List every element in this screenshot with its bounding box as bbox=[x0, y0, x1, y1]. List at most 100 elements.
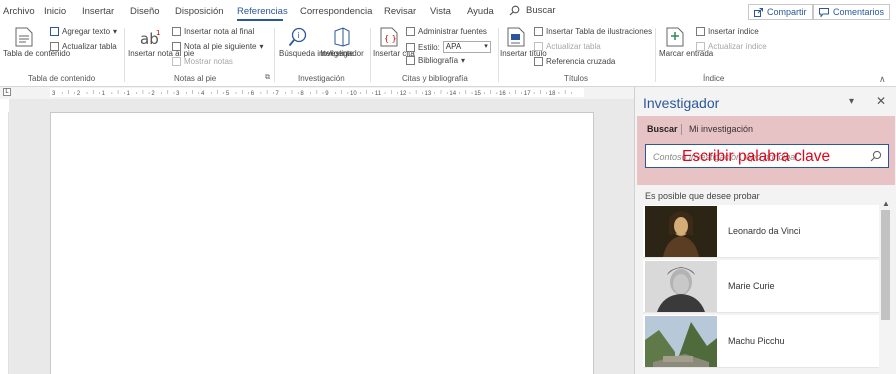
pane-options-icon[interactable]: ▾ bbox=[849, 96, 854, 107]
update-figures-table-button[interactable]: Actualizar tabla bbox=[534, 42, 601, 51]
dropdown-arrow-icon: ▾ bbox=[259, 42, 264, 51]
ruler-number: 3 bbox=[52, 91, 56, 97]
update-table-button[interactable]: Actualizar tabla bbox=[50, 42, 117, 51]
insert-index-icon bbox=[696, 27, 705, 36]
update-table-label: Actualizar tabla bbox=[62, 42, 117, 51]
mark-entry-icon bbox=[666, 27, 684, 47]
group-separator bbox=[655, 28, 656, 82]
ruler-number: 7 bbox=[276, 91, 280, 97]
table-of-contents-icon bbox=[15, 27, 33, 47]
tab-my-research[interactable]: Mi investigación bbox=[689, 124, 753, 134]
result-thumbnail bbox=[645, 261, 717, 312]
tab-inicio[interactable]: Inicio bbox=[44, 6, 66, 17]
ruler-number: 10 bbox=[350, 91, 357, 97]
manage-sources-button[interactable]: Administrar fuentes bbox=[406, 27, 487, 36]
ruler-number: 2 bbox=[151, 91, 155, 97]
update-index-label: Actualizar índice bbox=[708, 42, 767, 51]
update-figures-table-icon bbox=[534, 42, 543, 51]
ruler-number: 8 bbox=[300, 91, 304, 97]
collapse-ribbon-icon[interactable]: ∧ bbox=[879, 74, 886, 85]
researcher-label: Investigador bbox=[320, 49, 364, 58]
smart-lookup-icon: i bbox=[288, 27, 307, 47]
insert-caption-label: Insertar título bbox=[500, 49, 547, 58]
bibliography-button[interactable]: Bibliografía ▾ bbox=[406, 56, 465, 65]
tab-search[interactable]: Buscar bbox=[647, 124, 678, 134]
style-label: Estilo: bbox=[418, 42, 440, 52]
scroll-up-icon[interactable]: ▲ bbox=[882, 199, 890, 208]
endnote-icon bbox=[172, 27, 181, 36]
tab-correspondencia[interactable]: Correspondencia bbox=[300, 6, 372, 17]
update-figures-table-label: Actualizar tabla bbox=[546, 42, 601, 51]
group-separator bbox=[498, 28, 499, 82]
insert-table-of-figures-label: Insertar Tabla de ilustraciones bbox=[546, 27, 653, 36]
tell-me-search[interactable]: Buscar bbox=[509, 5, 556, 16]
tab-disposicion[interactable]: Disposición bbox=[175, 6, 224, 17]
cross-reference-button[interactable]: Referencia cruzada bbox=[534, 57, 615, 66]
group-name-toc: Tabla de contenido bbox=[28, 74, 96, 83]
group-name-captions: Títulos bbox=[564, 74, 589, 83]
result-title: Leonardo da Vinci bbox=[728, 226, 801, 236]
group-separator bbox=[370, 28, 371, 82]
tab-diseno[interactable]: Diseño bbox=[130, 6, 160, 17]
group-name-index: Índice bbox=[703, 74, 725, 83]
ruler-number: 14 bbox=[449, 91, 456, 97]
insert-table-of-figures-button[interactable]: Insertar Tabla de ilustraciones bbox=[534, 27, 652, 36]
pane-title: Investigador bbox=[643, 95, 720, 111]
smart-lookup-label: Búsqueda inteligente bbox=[279, 49, 354, 58]
show-notes-label: Mostrar notas bbox=[184, 57, 233, 66]
result-title: Machu Picchu bbox=[728, 336, 785, 346]
tab-vista[interactable]: Vista bbox=[430, 6, 451, 17]
next-footnote-button[interactable]: Nota al pie siguiente ▾ bbox=[172, 42, 264, 51]
tab-archivo[interactable]: Archivo bbox=[3, 6, 35, 17]
tab-selector-icon[interactable]: L bbox=[3, 88, 11, 96]
ruler-number: 3 bbox=[176, 91, 180, 97]
result-title: Marie Curie bbox=[728, 281, 775, 291]
svg-text:{ }: { } bbox=[384, 34, 397, 43]
result-card[interactable]: Leonardo da Vinci bbox=[643, 205, 879, 258]
result-card[interactable]: Machu Picchu bbox=[643, 315, 879, 368]
dialog-launcher-icon[interactable]: ⧉ bbox=[265, 74, 270, 82]
researcher-pane: Investigador ▾ ✕ Buscar Mi investigación… bbox=[634, 87, 896, 374]
svg-text:1: 1 bbox=[156, 29, 160, 37]
insert-index-button[interactable]: Insertar índice bbox=[696, 27, 759, 36]
document-page[interactable] bbox=[50, 112, 594, 374]
manage-sources-label: Administrar fuentes bbox=[418, 27, 487, 36]
style-selector[interactable]: Estilo: APA bbox=[406, 41, 491, 53]
search-icon bbox=[509, 5, 520, 16]
ruler-number: 11 bbox=[375, 91, 382, 97]
next-footnote-icon bbox=[172, 42, 181, 51]
add-text-button[interactable]: Agregar texto ▾ bbox=[50, 27, 117, 36]
share-label: Compartir bbox=[767, 7, 807, 17]
group-separator bbox=[274, 28, 275, 82]
tab-referencias[interactable]: Referencias bbox=[237, 6, 288, 17]
comments-button[interactable]: Comentarios bbox=[813, 4, 891, 20]
share-icon bbox=[754, 7, 763, 17]
style-dropdown[interactable]: APA bbox=[442, 41, 491, 53]
search-label: Buscar bbox=[526, 5, 556, 16]
vertical-ruler bbox=[0, 112, 9, 374]
cross-reference-label: Referencia cruzada bbox=[546, 57, 616, 66]
tab-ayuda[interactable]: Ayuda bbox=[467, 6, 494, 17]
update-index-button[interactable]: Actualizar índice bbox=[696, 42, 767, 51]
table-of-figures-icon bbox=[534, 27, 543, 36]
ruler-number: 16 bbox=[499, 91, 506, 97]
show-notes-button[interactable]: Mostrar notas bbox=[172, 57, 233, 66]
search-icon[interactable] bbox=[870, 150, 882, 162]
update-table-icon bbox=[50, 42, 59, 51]
ruler-number: 4 bbox=[201, 91, 205, 97]
share-button[interactable]: Compartir bbox=[748, 4, 813, 20]
close-icon[interactable]: ✕ bbox=[876, 94, 886, 108]
result-card[interactable]: Marie Curie bbox=[643, 260, 879, 313]
researcher-search-input[interactable]: Contoso investigación topo principal Esc… bbox=[645, 144, 889, 168]
manage-sources-icon bbox=[406, 27, 415, 36]
comment-icon bbox=[819, 7, 829, 17]
bibliography-icon bbox=[406, 56, 415, 65]
tab-revisar[interactable]: Revisar bbox=[384, 6, 416, 17]
portrait-image bbox=[645, 206, 717, 257]
scrollbar-thumb[interactable] bbox=[881, 210, 890, 320]
tab-insertar[interactable]: Insertar bbox=[82, 6, 114, 17]
horizontal-ruler[interactable]: 3 2 1 1 2 3 4 5 6 7 8 9 10 11 12 13 14 15 16 17 18 bbox=[50, 88, 584, 97]
cross-reference-icon bbox=[534, 57, 543, 66]
group-name-citations: Citas y bibliografía bbox=[402, 74, 468, 83]
insert-endnote-button[interactable]: Insertar nota al final bbox=[172, 27, 254, 36]
